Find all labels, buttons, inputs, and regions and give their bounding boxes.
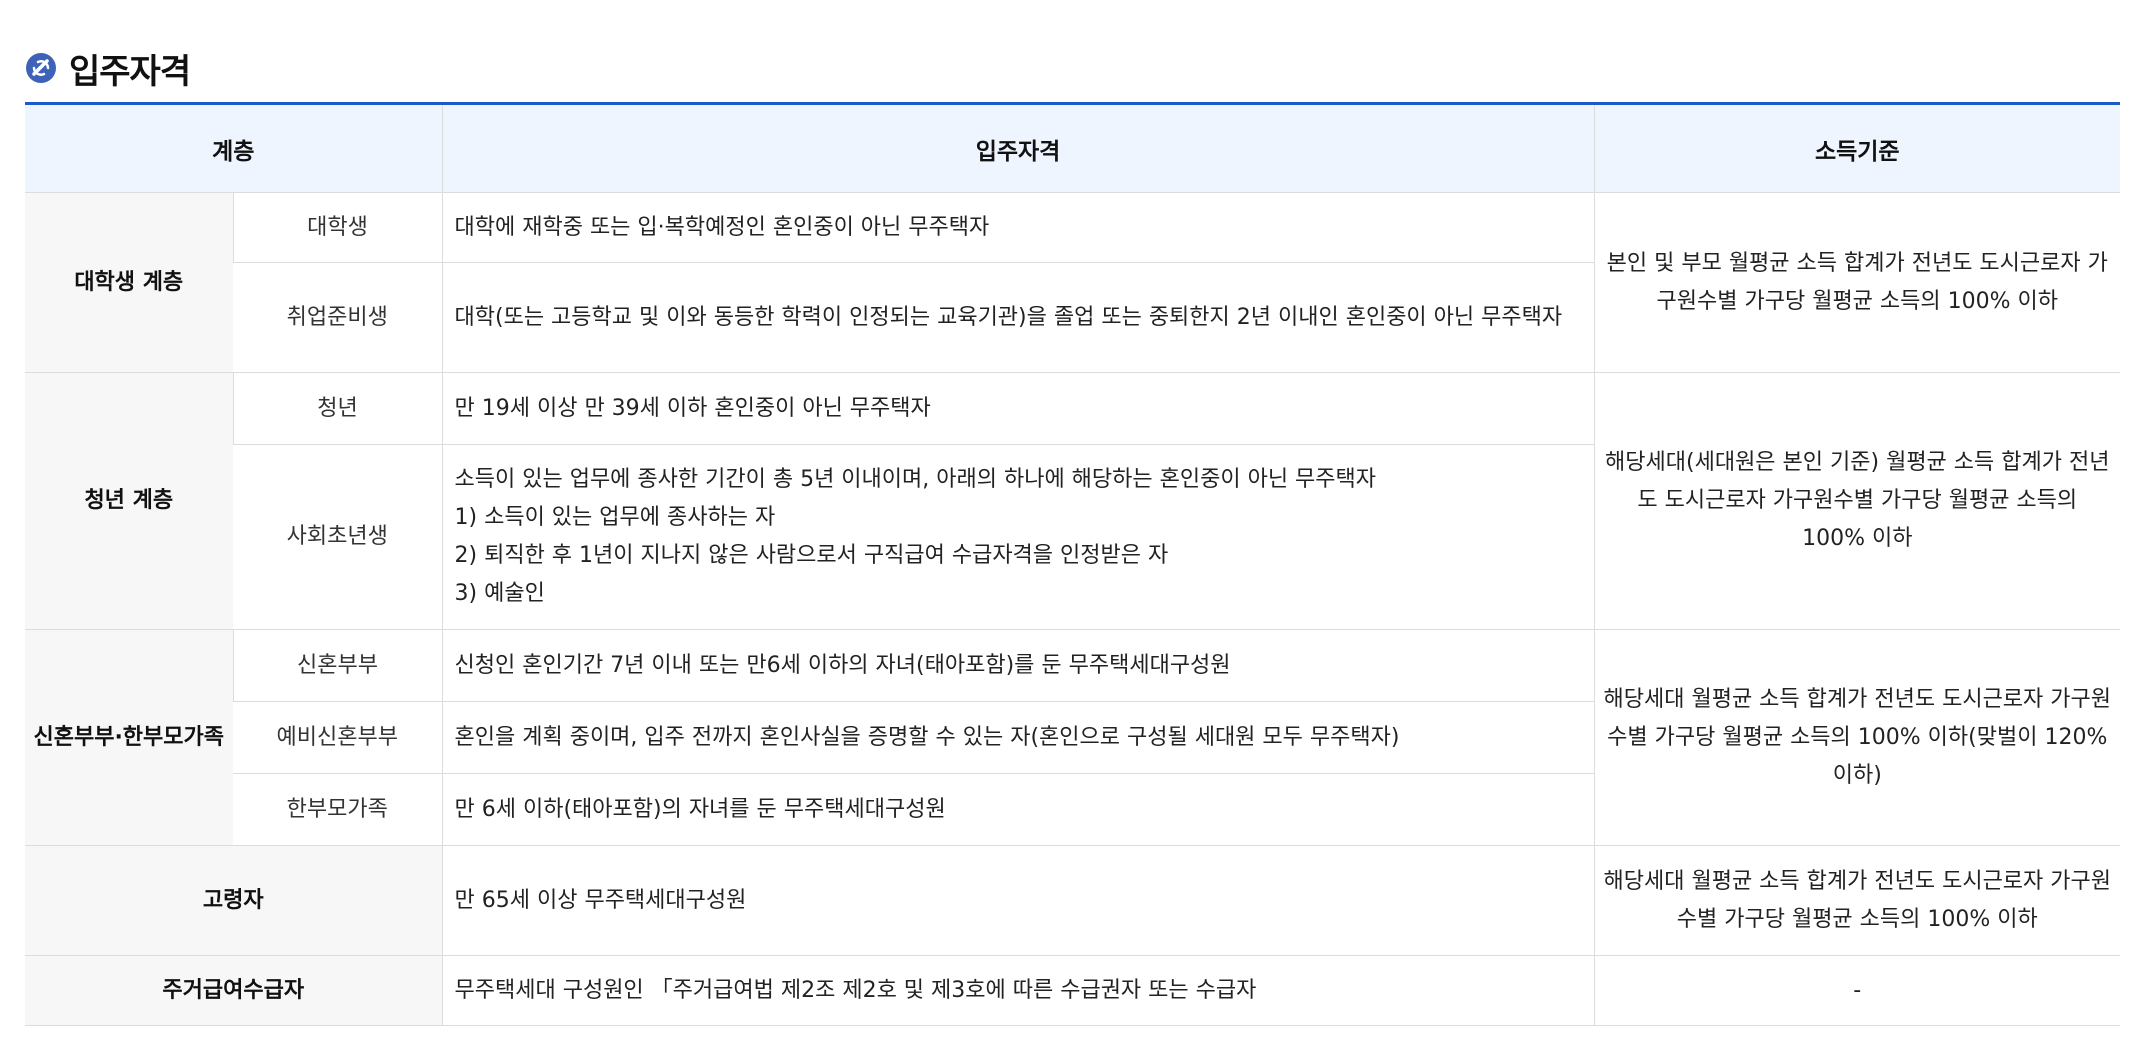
qualification-cell: 혼인을 계획 중이며, 입주 전까지 혼인사실을 증명할 수 있는 자(혼인으로… — [441, 701, 1595, 774]
type-cell: 신혼부부 — [232, 629, 443, 702]
type-cell: 대학생 — [232, 192, 443, 263]
type-cell: 예비신혼부부 — [233, 701, 443, 774]
table-row: 주거급여수급자 무주택세대 구성원인 「주거급여법 제2조 제2호 및 제3호에… — [25, 955, 2121, 1026]
type-cell: 한부모가족 — [233, 773, 443, 846]
section-title: 입주자격 — [69, 51, 191, 92]
section-header: 입주자격 — [25, 40, 2120, 96]
type-cell: 사회초년생 — [233, 444, 443, 630]
qualification-cell: 무주택세대 구성원인 「주거급여법 제2조 제2호 및 제3호에 따른 수급권자… — [441, 955, 1595, 1026]
qualification-line: 3) 예술인 — [454, 581, 545, 606]
income-cell: 본인 및 부모 월평균 소득 합계가 전년도 도시근로자 가구원수별 가구당 월… — [1593, 192, 2121, 373]
table-row: 고령자 만 65세 이상 무주택세대구성원 해당세대 월평균 소득 합계가 전년… — [25, 845, 2121, 956]
qualification-cell: 만 6세 이하(태아포함)의 자녀를 둔 무주택세대구성원 — [441, 773, 1595, 846]
qualification-cell: 대학에 재학중 또는 입·복학예정인 혼인중이 아닌 무주택자 — [441, 192, 1595, 263]
header-income: 소득기준 — [1593, 103, 2121, 193]
income-cell: - — [1593, 955, 2121, 1026]
qualification-cell: 만 19세 이상 만 39세 이하 혼인중이 아닌 무주택자 — [441, 372, 1595, 445]
table-row: 신혼부부·한부모가족 신혼부부 신청인 혼인기간 7년 이내 또는 만6세 이하… — [25, 629, 2121, 846]
qualification-table: 계층 입주자격 소득기준 대학생 계층 대학생 대학에 재학중 또는 입·복학예… — [25, 102, 2121, 1026]
header-qualification: 입주자격 — [441, 103, 1595, 193]
income-cell: 해당세대(세대원은 본인 기준) 월평균 소득 합계가 전년도 도시근로자 가구… — [1593, 372, 2121, 630]
qualification-line: 1) 소득이 있는 업무에 종사하는 자 — [454, 505, 776, 530]
category-cell: 주거급여수급자 — [25, 955, 443, 1026]
table-row: 대학생 계층 대학생 대학에 재학중 또는 입·복학예정인 혼인중이 아닌 무주… — [25, 192, 2121, 373]
income-cell: 해당세대 월평균 소득 합계가 전년도 도시근로자 가구원수별 가구당 월평균 … — [1593, 629, 2121, 846]
qualification-cell: 만 65세 이상 무주택세대구성원 — [441, 845, 1595, 956]
qualification-cell: 신청인 혼인기간 7년 이내 또는 만6세 이하의 자녀(태아포함)를 둔 무주… — [441, 629, 1595, 702]
table-row: 청년 계층 청년 만 19세 이상 만 39세 이하 혼인중이 아닌 무주택자 … — [25, 372, 2121, 630]
qualification-cell: 대학(또는 고등학교 및 이와 동등한 학력이 인정되는 교육기관)을 졸업 또… — [441, 262, 1595, 373]
header-category: 계층 — [25, 103, 443, 193]
income-cell: 해당세대 월평균 소득 합계가 전년도 도시근로자 가구원수별 가구당 월평균 … — [1593, 845, 2121, 956]
category-cell: 신혼부부·한부모가족 — [25, 629, 233, 846]
type-cell: 청년 — [232, 372, 443, 445]
category-cell: 대학생 계층 — [25, 192, 233, 373]
type-cell: 취업준비생 — [233, 262, 443, 373]
category-cell: 고령자 — [25, 845, 443, 956]
section-title-icon — [25, 52, 57, 84]
qualification-section: 입주자격 계층 입주자격 소득기준 대학생 계층 대학생 대학에 재학중 또는 … — [25, 40, 2121, 1026]
table-header-row: 계층 입주자격 소득기준 — [25, 103, 2121, 193]
qualification-cell: 소득이 있는 업무에 종사한 기간이 총 5년 이내이며, 아래의 하나에 해당… — [441, 444, 1595, 630]
category-cell: 청년 계층 — [25, 372, 233, 630]
qualification-line: 2) 퇴직한 후 1년이 지나지 않은 사람으로서 구직급여 수급자격을 인정받… — [454, 543, 1169, 568]
qualification-line: 소득이 있는 업무에 종사한 기간이 총 5년 이내이며, 아래의 하나에 해당… — [454, 467, 1377, 492]
